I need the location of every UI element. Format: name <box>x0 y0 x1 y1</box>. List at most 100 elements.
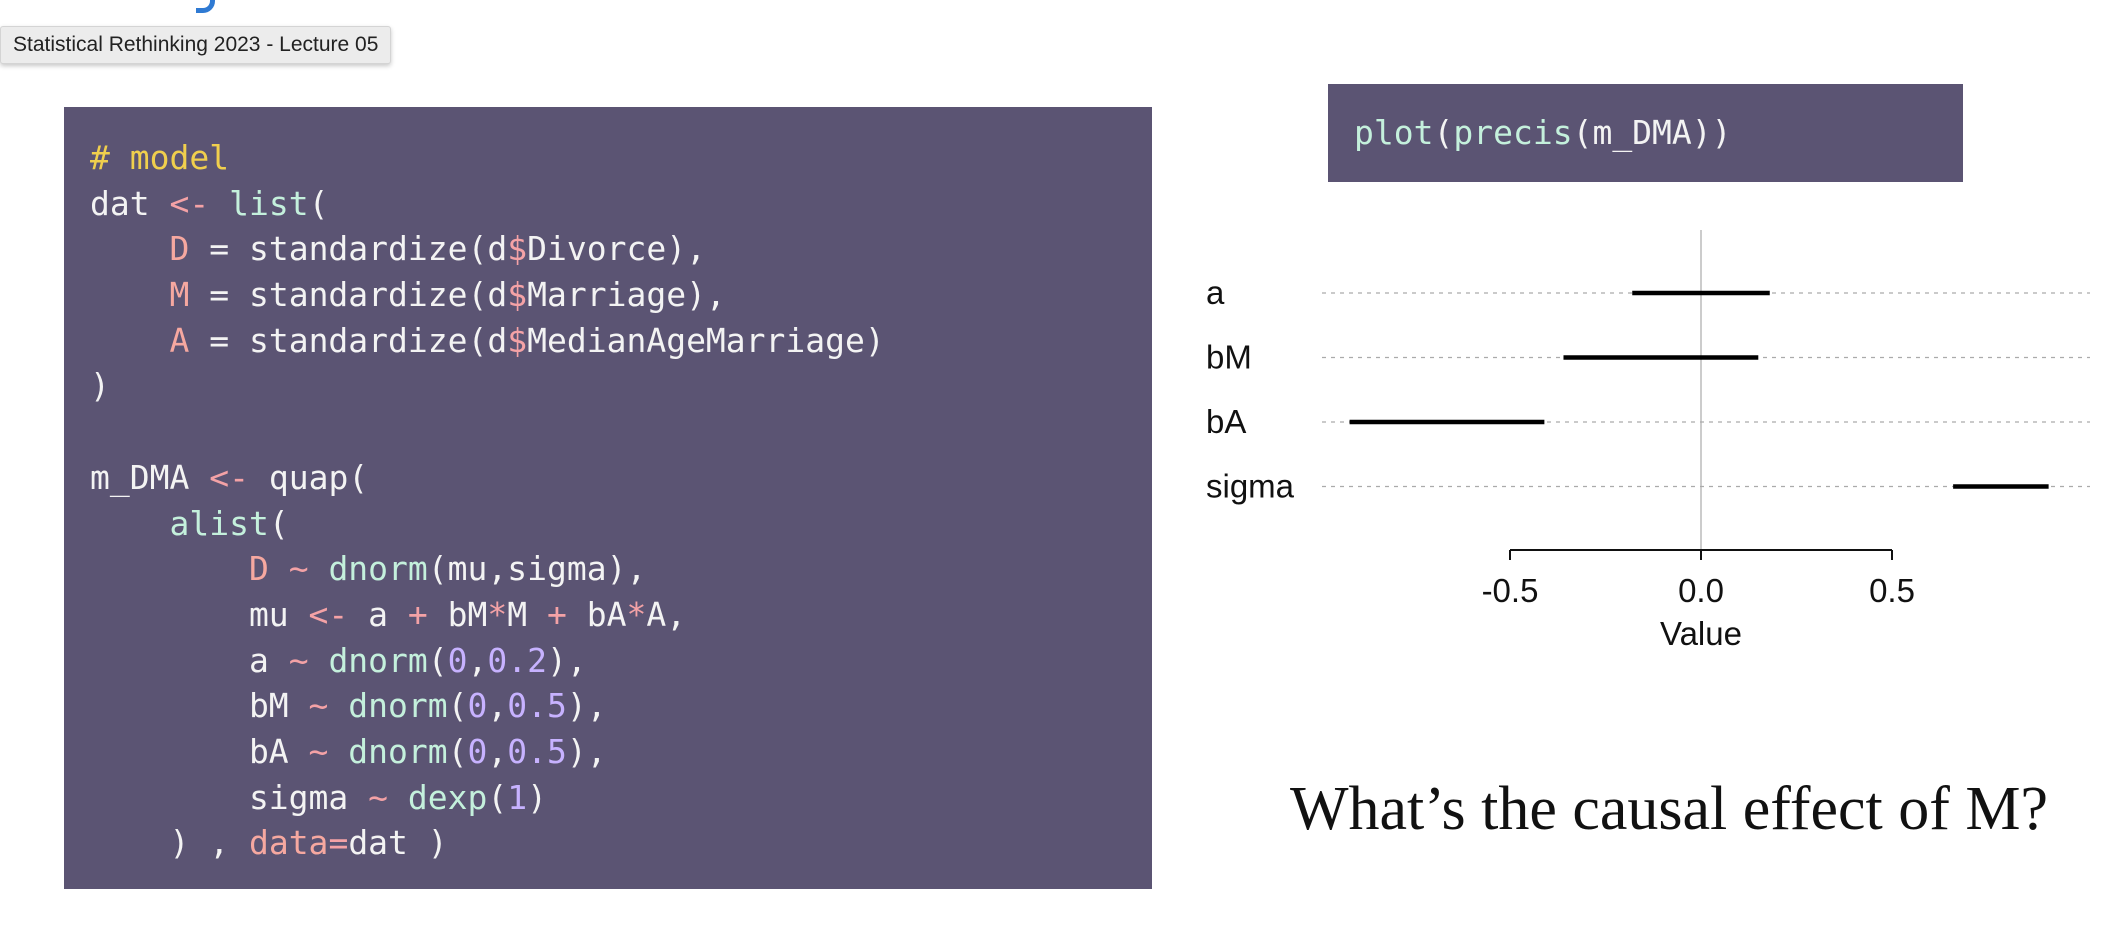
model-code-block: # model dat <- list( D = standardize(d$Di… <box>64 107 1152 889</box>
command-token: precis <box>1453 113 1573 152</box>
row-label: sigma <box>1206 468 1295 505</box>
code-token: ), <box>566 731 607 771</box>
code-token: ) <box>527 777 548 817</box>
code-token: $ <box>507 229 528 269</box>
code-token: bM <box>90 686 309 726</box>
code-token: m_DMA <box>90 457 210 497</box>
code-token: ), <box>547 640 587 680</box>
code-token: = standardize(d <box>189 229 508 269</box>
code-token: 0 <box>447 640 468 680</box>
code-token: MedianAgeMarriage) <box>527 320 885 360</box>
code-line: sigma ~ dexp(1) <box>90 775 1152 821</box>
code-token: alist <box>169 503 269 543</box>
code-token: 0.2 <box>487 640 548 680</box>
code-token: ) , <box>90 823 249 863</box>
code-token: ( <box>447 686 468 726</box>
code-token: ( <box>487 777 508 817</box>
code-token: (mu,sigma), <box>427 549 647 589</box>
row-label: a <box>1206 274 1225 311</box>
code-line: mu <- a + bM*M + bA*A, <box>90 592 1152 638</box>
code-token: 0.5 <box>507 731 567 771</box>
code-token: A <box>169 320 190 360</box>
code-token: dexp <box>407 777 488 817</box>
code-token: ~ <box>268 549 329 589</box>
code-token: M <box>169 275 190 315</box>
code-token: D <box>248 549 269 589</box>
code-token: <- <box>308 594 349 634</box>
code-token: quap( <box>248 457 369 497</box>
code-line: bM ~ dnorm(0,0.5), <box>90 683 1152 729</box>
command-token: (m_DMA)) <box>1572 113 1732 152</box>
code-token: a <box>348 594 408 634</box>
partial-blue-glyph <box>196 0 215 13</box>
code-token: , <box>487 686 508 726</box>
x-tick-label: -0.5 <box>1482 572 1539 609</box>
code-line: # model <box>90 135 1152 181</box>
code-token: data <box>248 823 329 863</box>
x-tick-label: 0.5 <box>1869 572 1915 609</box>
code-token: ( <box>427 640 448 680</box>
code-token: bA <box>90 731 309 771</box>
code-line: A = standardize(d$MedianAgeMarriage) <box>90 318 1152 364</box>
code-token: 0 <box>467 731 488 771</box>
row-label: bM <box>1206 339 1252 376</box>
code-token: = <box>328 823 349 863</box>
code-line: ) , data=dat ) <box>90 820 1152 866</box>
code-token: ( <box>268 503 289 543</box>
precis-plot: a bM bA sigma -0.5 0.0 0.5 Value <box>1206 230 2090 652</box>
code-token: ~ <box>308 731 329 771</box>
code-token: + <box>407 594 428 634</box>
code-token: <- <box>169 183 210 223</box>
code-token: ~ <box>288 640 309 680</box>
code-token: = standardize(d <box>189 275 508 315</box>
code-token: 0 <box>467 686 488 726</box>
code-line: alist( <box>90 501 1152 547</box>
code-token: <- <box>209 457 249 497</box>
code-token: D <box>169 229 190 269</box>
slide-question: What’s the causal effect of M? <box>1290 775 2049 843</box>
code-line: D = standardize(d$Divorce), <box>90 226 1152 272</box>
code-line: m_DMA <- quap( <box>90 455 1152 501</box>
video-title-tooltip: Statistical Rethinking 2023 - Lecture 05 <box>0 26 392 64</box>
code-token: ~ <box>368 777 389 817</box>
code-token: Marriage), <box>527 275 726 315</box>
code-line: dat <- list( <box>90 181 1152 227</box>
code-token: bM <box>427 594 488 634</box>
x-axis-title: Value <box>1660 615 1742 652</box>
code-token: list <box>229 183 309 223</box>
code-token: 1 <box>507 777 528 817</box>
code-token: * <box>626 594 647 634</box>
code-token: + <box>547 594 567 634</box>
code-token: a <box>90 640 289 680</box>
code-token: = standardize(d <box>189 320 508 360</box>
code-token: ( <box>308 183 329 223</box>
code-token: , <box>467 640 488 680</box>
code-token: ~ <box>308 686 329 726</box>
code-token: $ <box>507 275 528 315</box>
code-token: bA <box>566 594 627 634</box>
plot-command-block: plot(precis(m_DMA)) <box>1328 84 1963 182</box>
code-line: bA ~ dnorm(0,0.5), <box>90 729 1152 775</box>
code-token: sigma <box>90 777 369 817</box>
code-token: ), <box>566 686 607 726</box>
code-token: Divorce), <box>527 229 706 269</box>
command-token: plot <box>1354 113 1434 152</box>
code-token: mu <box>90 594 309 634</box>
code-token: $ <box>507 320 528 360</box>
code-token: ( <box>447 731 468 771</box>
code-token: dnorm <box>328 640 428 680</box>
code-token: , <box>487 731 508 771</box>
code-token: dnorm <box>348 686 448 726</box>
code-token: 0.5 <box>507 686 567 726</box>
code-line: D ~ dnorm(mu,sigma), <box>90 546 1152 592</box>
code-token: * <box>487 594 508 634</box>
row-label: bA <box>1206 403 1246 440</box>
